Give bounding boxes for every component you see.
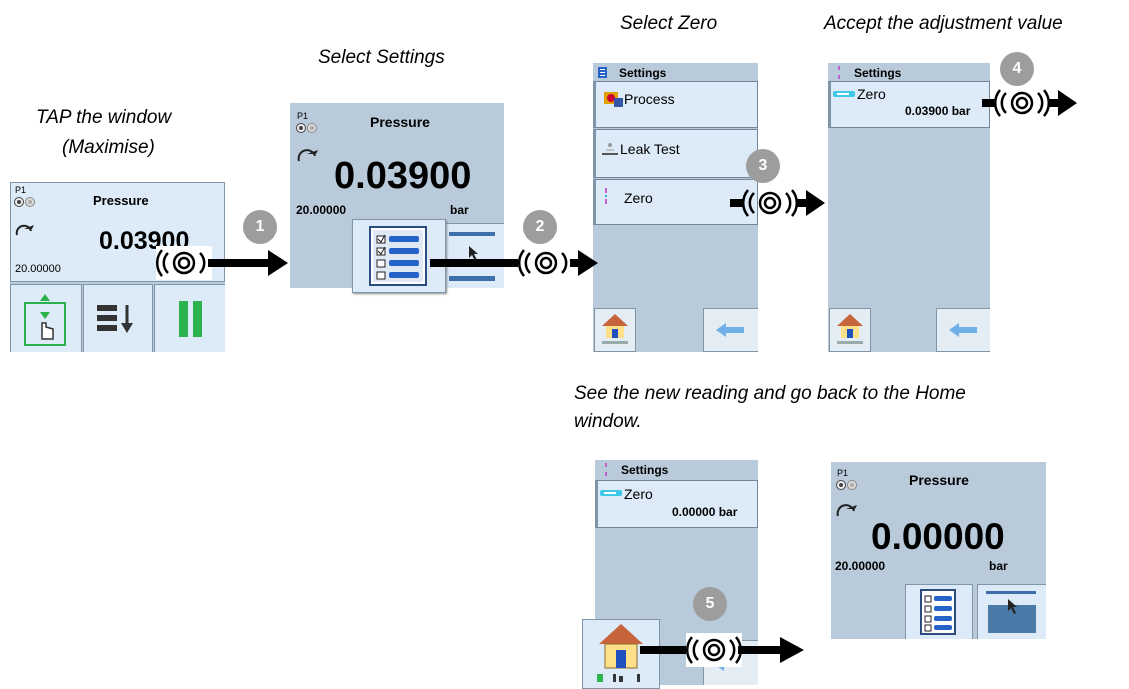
leak-test-icon <box>600 142 620 156</box>
tap-arrow-4 <box>982 84 1078 122</box>
pressure-value: 0.03900 <box>334 155 472 197</box>
caption-step4: Accept the adjustment value <box>824 13 1063 34</box>
home-icon <box>597 622 645 684</box>
zero-icon <box>602 188 610 204</box>
port-icon <box>836 479 858 491</box>
final-range: 20.00000 <box>835 559 886 573</box>
step-badge-4: 4 <box>1000 52 1034 86</box>
pause-icon <box>177 301 205 337</box>
tap-arrow-2 <box>430 244 600 282</box>
back-button[interactable] <box>936 308 990 352</box>
zero-item[interactable]: Zero 0.00000 bar <box>595 480 758 528</box>
caption-step5-line1: See the new reading and go back to the H… <box>574 383 966 404</box>
pause-button[interactable] <box>154 284 225 352</box>
home-icon <box>601 312 629 346</box>
setpoint-icon <box>986 591 1038 635</box>
caption-step1-line1: TAP the window <box>36 107 172 128</box>
port-label: P1 <box>15 185 27 195</box>
pressure-title: Pressure <box>370 114 430 130</box>
port-label: P1 <box>297 111 309 121</box>
screen-final: P1 Pressure 0.00000 20.00000 bar <box>831 462 1046 639</box>
home-button[interactable] <box>829 308 871 352</box>
zero-adjust-icon <box>600 489 622 497</box>
back-arrow-icon <box>949 323 979 337</box>
final-unit: bar <box>989 559 1008 573</box>
zero-small-icon <box>603 463 609 476</box>
process-icon <box>600 90 624 108</box>
settings-list-icon <box>369 226 429 286</box>
home-title: Pressure <box>93 193 149 208</box>
home-range: 20.00000 <box>15 263 61 275</box>
maximise-button[interactable] <box>10 284 82 352</box>
pressure-unit: bar <box>450 203 469 217</box>
caption-step3: Select Zero <box>620 13 718 34</box>
caption-step2: Select Settings <box>318 47 445 68</box>
gauge-icon <box>297 147 319 163</box>
home-button[interactable] <box>594 308 636 352</box>
settings-list-icon <box>920 589 958 635</box>
step-badge-3: 3 <box>746 149 780 183</box>
tap-hand-icon <box>23 293 69 351</box>
list-down-icon <box>97 303 139 337</box>
caption-step1-line2: (Maximise) <box>62 137 155 158</box>
menu-item-process[interactable]: Process <box>593 81 758 128</box>
settings-icon <box>598 67 608 78</box>
setpoint-button[interactable] <box>977 584 1046 639</box>
zero-item-label: Zero <box>624 486 653 502</box>
gauge-icon <box>836 502 858 518</box>
menu-item-process-label: Process <box>624 91 675 107</box>
menu-item-leak-test[interactable]: Leak Test <box>593 129 758 178</box>
back-arrow-icon <box>716 323 746 337</box>
screen-zero: Settings Zero 0.03900 bar <box>828 63 990 352</box>
zero-small-icon <box>836 66 842 79</box>
step-badge-5: 5 <box>693 587 727 621</box>
gauge-icon <box>15 223 35 237</box>
settings-header-label: Settings <box>854 66 902 80</box>
home-icon <box>836 312 864 346</box>
menu-item-zero-label: Zero <box>624 190 653 206</box>
tap-arrow-1 <box>156 244 290 282</box>
settings-header: Settings <box>595 460 758 478</box>
settings-header: Settings <box>593 63 758 81</box>
menu-down-button[interactable] <box>83 284 153 352</box>
tap-arrow-5 <box>640 631 805 669</box>
caption-step5-line2: window. <box>574 411 642 432</box>
port-icon <box>14 196 36 208</box>
menu-item-leak-test-label: Leak Test <box>620 141 680 157</box>
zero-item-label: Zero <box>857 86 886 102</box>
settings-button[interactable] <box>905 584 973 639</box>
zero-item-value: 0.00000 bar <box>672 505 738 519</box>
settings-header-label: Settings <box>619 66 667 80</box>
final-value: 0.00000 <box>871 516 1005 557</box>
port-label: P1 <box>837 468 849 478</box>
step-badge-1: 1 <box>243 210 277 244</box>
zero-adjust-icon <box>833 90 855 98</box>
pressure-range: 20.00000 <box>296 203 347 217</box>
step-badge-2: 2 <box>523 210 557 244</box>
port-icon <box>296 122 318 134</box>
zero-item-value: 0.03900 bar <box>905 104 971 118</box>
settings-header: Settings <box>828 63 990 81</box>
final-title: Pressure <box>909 472 969 488</box>
back-button[interactable] <box>703 308 758 352</box>
settings-header-label: Settings <box>621 463 669 477</box>
tap-arrow-3 <box>730 184 826 222</box>
zero-item[interactable]: Zero 0.03900 bar <box>828 81 990 128</box>
